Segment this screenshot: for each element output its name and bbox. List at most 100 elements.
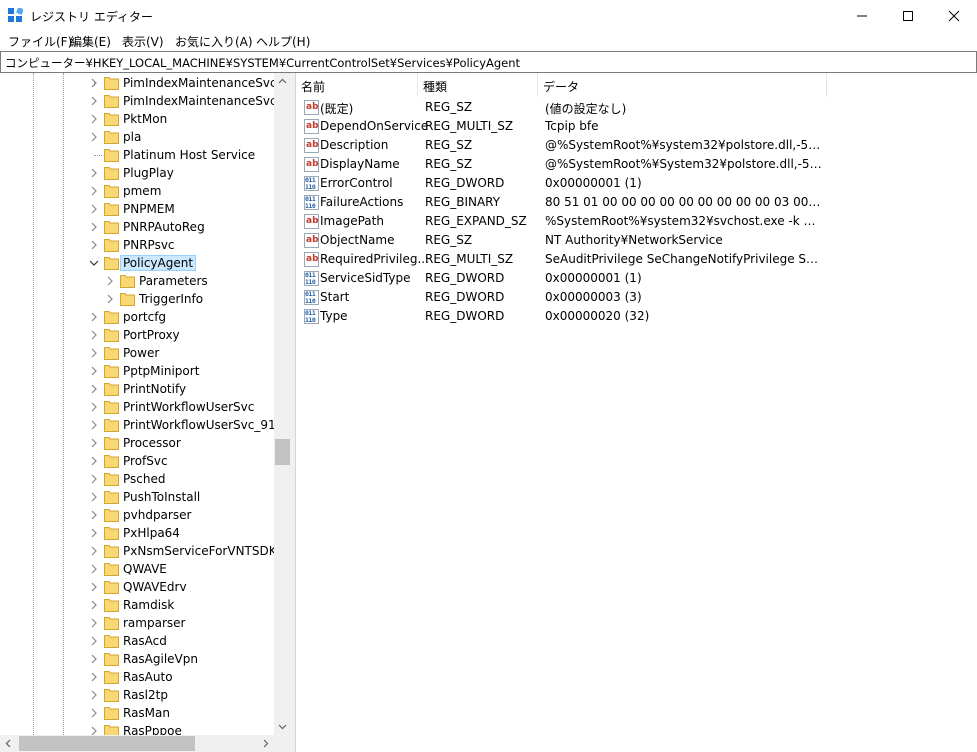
value-row[interactable]: ab RequiredPrivileg... REG_MULTI_SZ SeAudit… bbox=[296, 250, 977, 269]
chevron-right-icon[interactable] bbox=[89, 600, 99, 610]
tree-item[interactable]: Parameters bbox=[0, 272, 274, 290]
chevron-right-icon[interactable] bbox=[89, 348, 99, 358]
value-row[interactable]: ab ImagePath REG_EXPAND_SZ %SystemRoot%¥sys… bbox=[296, 212, 977, 231]
tree-item[interactable]: PortProxy bbox=[0, 326, 274, 344]
chevron-right-icon[interactable] bbox=[89, 240, 99, 250]
tree-item[interactable]: PrintWorkflowUserSvc_91829 bbox=[0, 416, 274, 434]
tree-horizontal-scrollbar[interactable] bbox=[0, 735, 274, 752]
menu-view[interactable]: 表示(V) bbox=[122, 33, 164, 50]
chevron-right-icon[interactable] bbox=[89, 114, 99, 124]
title-bar[interactable]: レジストリ エディター bbox=[0, 0, 977, 31]
chevron-right-icon[interactable] bbox=[89, 636, 99, 646]
column-header-type[interactable]: 種類 bbox=[418, 73, 538, 97]
chevron-right-icon[interactable] bbox=[89, 330, 99, 340]
chevron-right-icon[interactable] bbox=[89, 492, 99, 502]
chevron-right-icon[interactable] bbox=[89, 384, 99, 394]
tree-item[interactable]: RasPppoe bbox=[0, 722, 274, 735]
minimize-button[interactable] bbox=[839, 0, 885, 31]
tree-item[interactable]: RasMan bbox=[0, 704, 274, 722]
tree-item[interactable]: PktMon bbox=[0, 110, 274, 128]
chevron-right-icon[interactable] bbox=[105, 276, 115, 286]
tree-item[interactable]: PxNsmServiceForVNTSDK bbox=[0, 542, 274, 560]
chevron-right-icon[interactable] bbox=[89, 708, 99, 718]
scroll-thumb[interactable] bbox=[19, 736, 195, 751]
chevron-right-icon[interactable] bbox=[89, 546, 99, 556]
chevron-right-icon[interactable] bbox=[89, 726, 99, 735]
chevron-right-icon[interactable] bbox=[89, 168, 99, 178]
chevron-right-icon[interactable] bbox=[89, 582, 99, 592]
tree-item[interactable]: Processor bbox=[0, 434, 274, 452]
value-row[interactable]: 011 110 Type REG_DWORD 0x00000020 (32) bbox=[296, 307, 977, 326]
column-header-data[interactable]: データ bbox=[538, 73, 827, 97]
tree-item[interactable]: ProfSvc bbox=[0, 452, 274, 470]
tree-item[interactable]: PNRPsvc bbox=[0, 236, 274, 254]
scroll-down-button[interactable] bbox=[274, 718, 291, 735]
scroll-up-button[interactable] bbox=[274, 73, 291, 90]
chevron-right-icon[interactable] bbox=[89, 204, 99, 214]
scroll-thumb[interactable] bbox=[275, 439, 290, 465]
chevron-right-icon[interactable] bbox=[89, 654, 99, 664]
key-tree-pane[interactable]: PimIndexMaintenanceSvc PimIndexMaintenanc… bbox=[0, 73, 291, 752]
tree-item[interactable]: PrintWorkflowUserSvc bbox=[0, 398, 274, 416]
tree-item[interactable]: Ramdisk bbox=[0, 596, 274, 614]
value-row[interactable]: ab DisplayName REG_SZ @%SystemRoot%¥System3… bbox=[296, 155, 977, 174]
tree-item[interactable]: RasAcd bbox=[0, 632, 274, 650]
tree-item[interactable]: Rasl2tp bbox=[0, 686, 274, 704]
column-separator[interactable] bbox=[826, 73, 827, 97]
chevron-right-icon[interactable] bbox=[105, 294, 115, 304]
chevron-right-icon[interactable] bbox=[89, 96, 99, 106]
value-row[interactable]: ab DependOnService REG_MULTI_SZ Tcpip bfe bbox=[296, 117, 977, 136]
tree-item[interactable]: PNRPAutoReg bbox=[0, 218, 274, 236]
chevron-right-icon[interactable] bbox=[89, 672, 99, 682]
chevron-right-icon[interactable] bbox=[89, 132, 99, 142]
tree-item[interactable]: QWAVE bbox=[0, 560, 274, 578]
chevron-down-icon[interactable] bbox=[89, 258, 99, 268]
value-row[interactable]: 011 110 FailureActions REG_BINARY 80 51 01 0… bbox=[296, 193, 977, 212]
chevron-right-icon[interactable] bbox=[89, 528, 99, 538]
chevron-right-icon[interactable] bbox=[89, 78, 99, 88]
value-row[interactable]: 011 110 Start REG_DWORD 0x00000003 (3) bbox=[296, 288, 977, 307]
tree-item[interactable]: PptpMiniport bbox=[0, 362, 274, 380]
tree-item[interactable]: TriggerInfo bbox=[0, 290, 274, 308]
chevron-right-icon[interactable] bbox=[89, 456, 99, 466]
tree-vertical-scrollbar[interactable] bbox=[274, 73, 291, 735]
tree-item[interactable]: QWAVEdrv bbox=[0, 578, 274, 596]
tree-item[interactable]: PrintNotify bbox=[0, 380, 274, 398]
tree-item[interactable]: pvhdparser bbox=[0, 506, 274, 524]
chevron-right-icon[interactable] bbox=[89, 474, 99, 484]
tree-item[interactable]: PimIndexMaintenanceSvc_91829 bbox=[0, 92, 274, 110]
chevron-right-icon[interactable] bbox=[89, 186, 99, 196]
tree-item[interactable]: Platinum Host Service bbox=[0, 146, 274, 164]
tree-item[interactable]: PushToInstall bbox=[0, 488, 274, 506]
chevron-right-icon[interactable] bbox=[89, 690, 99, 700]
chevron-right-icon[interactable] bbox=[89, 510, 99, 520]
tree-item[interactable]: RasAgileVpn bbox=[0, 650, 274, 668]
chevron-right-icon[interactable] bbox=[89, 420, 99, 430]
address-bar[interactable]: コンピューター¥HKEY_LOCAL_MACHINE¥SYSTEM¥Curren… bbox=[0, 51, 977, 73]
tree-item[interactable]: RasAuto bbox=[0, 668, 274, 686]
tree-item[interactable]: PxHlpa64 bbox=[0, 524, 274, 542]
tree-item[interactable]: PlugPlay bbox=[0, 164, 274, 182]
chevron-right-icon[interactable] bbox=[89, 402, 99, 412]
tree-item[interactable]: portcfg bbox=[0, 308, 274, 326]
chevron-right-icon[interactable] bbox=[89, 312, 99, 322]
tree-item[interactable]: Psched bbox=[0, 470, 274, 488]
value-row[interactable]: 011 110 ErrorControl REG_DWORD 0x00000001 (1… bbox=[296, 174, 977, 193]
menu-file[interactable]: ファイル(F) bbox=[8, 33, 72, 50]
tree-item[interactable]: pmem bbox=[0, 182, 274, 200]
tree-item[interactable]: Power bbox=[0, 344, 274, 362]
chevron-right-icon[interactable] bbox=[89, 564, 99, 574]
tree-item[interactable]: PNPMEM bbox=[0, 200, 274, 218]
menu-help[interactable]: ヘルプ(H) bbox=[256, 33, 310, 50]
value-row[interactable]: ab Description REG_SZ @%SystemRoot%¥system3… bbox=[296, 136, 977, 155]
menu-edit[interactable]: 編集(E) bbox=[70, 33, 111, 50]
tree-item[interactable]: PolicyAgent bbox=[0, 254, 274, 272]
chevron-right-icon[interactable] bbox=[89, 618, 99, 628]
menu-favorites[interactable]: お気に入り(A) bbox=[175, 33, 253, 50]
column-header-name[interactable]: 名前 bbox=[296, 73, 418, 97]
tree-item[interactable]: pla bbox=[0, 128, 274, 146]
values-list[interactable]: 名前 種類 データ ab (既定) REG_SZ (値の設定なし) ab DependOn… bbox=[295, 73, 977, 752]
value-row[interactable]: ab (既定) REG_SZ (値の設定なし) bbox=[296, 98, 977, 117]
scroll-right-button[interactable] bbox=[257, 735, 274, 752]
close-button[interactable] bbox=[931, 0, 977, 31]
